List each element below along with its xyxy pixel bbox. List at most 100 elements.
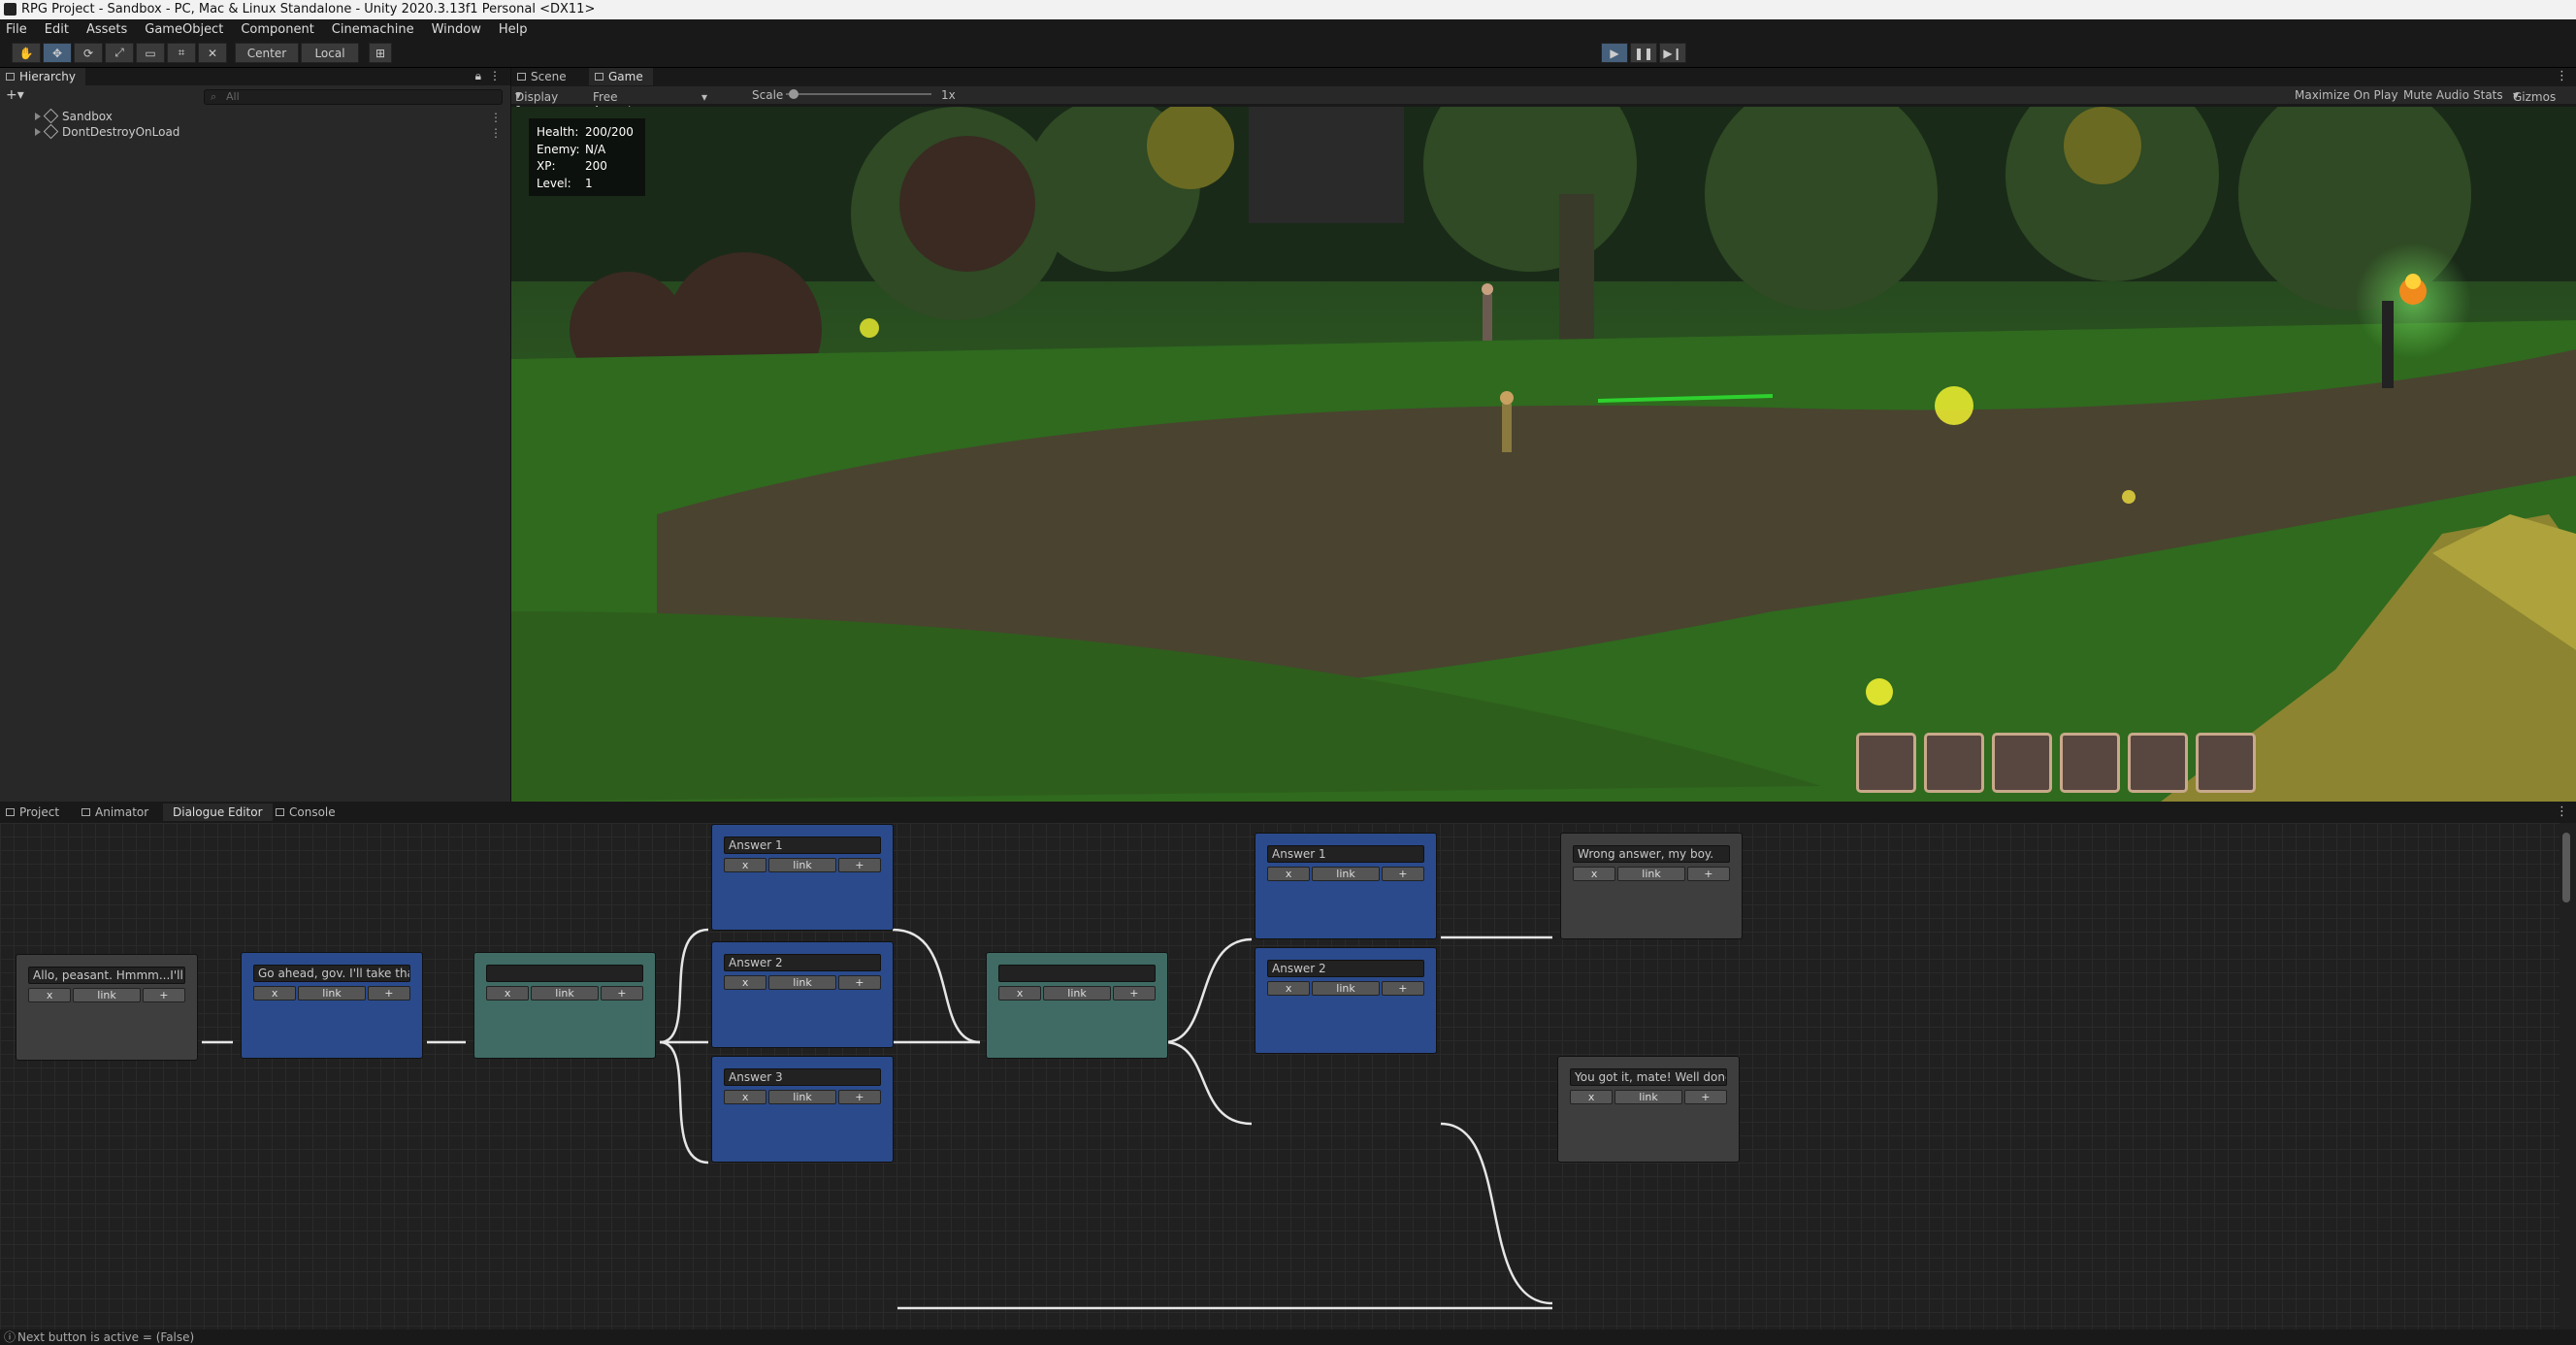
node-add-button[interactable]: + — [142, 988, 185, 1002]
node-link-button[interactable]: link — [298, 986, 366, 1001]
node-link-button[interactable]: link — [1312, 981, 1380, 996]
node-text-field[interactable]: Answer 1 — [724, 837, 881, 854]
dialogue-node[interactable]: You got it, mate! Well done x link + — [1557, 1056, 1740, 1163]
dialogue-node[interactable]: Answer 3 x link + — [711, 1056, 894, 1163]
mute-audio-toggle[interactable]: Mute Audio — [2403, 88, 2469, 102]
tab-animator[interactable]: Animator — [76, 804, 158, 821]
hierarchy-search-input[interactable]: ⌕ All — [204, 89, 503, 105]
node-add-button[interactable]: + — [1683, 1090, 1727, 1104]
play-button[interactable]: ▶ — [1601, 43, 1628, 63]
node-text-field[interactable]: Go ahead, gov. I'll take that — [253, 965, 410, 982]
menu-window[interactable]: Window — [432, 22, 481, 37]
kebab-menu-icon[interactable]: ⋮ — [490, 110, 502, 125]
node-delete-button[interactable]: x — [724, 858, 767, 872]
dialogue-node[interactable]: Wrong answer, my boy. x link + — [1560, 833, 1743, 939]
dialogue-node[interactable]: Answer 2 x link + — [1255, 947, 1437, 1054]
menu-gameobject[interactable]: GameObject — [145, 22, 223, 37]
node-add-button[interactable]: + — [837, 858, 881, 872]
menu-cinemachine[interactable]: Cinemachine — [332, 22, 414, 37]
node-add-button[interactable]: + — [837, 975, 881, 990]
node-delete-button[interactable]: x — [724, 1090, 767, 1104]
menu-help[interactable]: Help — [499, 22, 528, 37]
rotate-tool-icon[interactable]: ⟳ — [74, 43, 103, 63]
node-text-field[interactable] — [998, 965, 1156, 982]
dialogue-node[interactable]: x link + — [986, 952, 1168, 1059]
menu-file[interactable]: File — [6, 22, 27, 37]
display-dropdown[interactable]: Display 1 ▾ — [515, 88, 558, 117]
node-delete-button[interactable]: x — [253, 986, 297, 1001]
rect-tool-icon[interactable]: ▭ — [136, 43, 165, 63]
node-link-button[interactable]: link — [768, 1090, 836, 1104]
node-add-button[interactable]: + — [1686, 867, 1730, 881]
step-button[interactable]: ▶❙ — [1659, 43, 1686, 63]
pivot-center-button[interactable]: Center — [235, 43, 299, 63]
stats-toggle[interactable]: Stats — [2473, 88, 2503, 102]
action-slot[interactable] — [1992, 733, 2052, 793]
menu-component[interactable]: Component — [241, 22, 313, 37]
node-text-field[interactable]: Answer 1 — [1267, 845, 1424, 863]
node-delete-button[interactable]: x — [1573, 867, 1616, 881]
custom-tool-icon[interactable]: ✕ — [198, 43, 227, 63]
node-link-button[interactable]: link — [1617, 867, 1685, 881]
expand-arrow-icon[interactable] — [35, 113, 41, 120]
vertical-scrollbar[interactable] — [2562, 833, 2570, 902]
node-link-button[interactable]: link — [73, 988, 141, 1002]
node-text-field[interactable]: You got it, mate! Well done — [1570, 1068, 1727, 1086]
node-text-field[interactable]: Answer 2 — [724, 954, 881, 971]
dialogue-node[interactable]: Allo, peasant. Hmmm...I'll le x link + — [16, 954, 198, 1061]
node-text-field[interactable]: Answer 3 — [724, 1068, 881, 1086]
hierarchy-item-sandbox[interactable]: Sandbox ⋮ — [0, 108, 511, 125]
node-delete-button[interactable]: x — [1267, 981, 1311, 996]
grid-snap-icon[interactable]: ⊞ — [369, 43, 392, 63]
kebab-menu-icon[interactable]: ⋮ — [489, 69, 501, 82]
node-delete-button[interactable]: x — [998, 986, 1042, 1001]
dialogue-graph-canvas[interactable]: Allo, peasant. Hmmm...I'll le x link + Go ah… — [0, 823, 2560, 1329]
node-text-field[interactable] — [486, 965, 643, 982]
hierarchy-item-dontdestroyonload[interactable]: DontDestroyOnLoad ⋮ — [0, 123, 511, 141]
node-add-button[interactable]: + — [1381, 867, 1424, 881]
node-link-button[interactable]: link — [1312, 867, 1380, 881]
tab-console[interactable]: Console — [270, 804, 345, 821]
gizmos-dropdown[interactable]: Gizmos ▾ — [2513, 88, 2556, 104]
dialogue-node[interactable]: Answer 1 x link + — [711, 824, 894, 931]
transform-tool-icon[interactable]: ⌗ — [167, 43, 196, 63]
node-add-button[interactable]: + — [600, 986, 643, 1001]
node-add-button[interactable]: + — [837, 1090, 881, 1104]
action-slot[interactable] — [2128, 733, 2188, 793]
action-slot[interactable] — [2060, 733, 2120, 793]
node-text-field[interactable]: Wrong answer, my boy. — [1573, 845, 1730, 863]
move-tool-icon[interactable]: ✥ — [43, 43, 72, 63]
maximize-on-play-toggle[interactable]: Maximize On Play — [2295, 88, 2398, 102]
add-icon[interactable]: +▾ — [6, 87, 24, 103]
node-link-button[interactable]: link — [1614, 1090, 1682, 1104]
node-link-button[interactable]: link — [531, 986, 599, 1001]
node-link-button[interactable]: link — [1043, 986, 1111, 1001]
scale-slider-track[interactable] — [786, 93, 931, 95]
menu-edit[interactable]: Edit — [45, 22, 69, 37]
tab-hierarchy[interactable]: Hierarchy — [0, 68, 86, 85]
node-delete-button[interactable]: x — [1267, 867, 1311, 881]
menu-assets[interactable]: Assets — [86, 22, 127, 37]
dialogue-node[interactable]: Answer 1 x link + — [1255, 833, 1437, 939]
kebab-menu-icon[interactable]: ⋮ — [2556, 69, 2568, 83]
node-text-field[interactable]: Allo, peasant. Hmmm...I'll le — [28, 967, 185, 984]
dialogue-node[interactable]: Go ahead, gov. I'll take that x link + — [241, 952, 423, 1059]
pause-button[interactable]: ❚❚ — [1630, 43, 1657, 63]
dialogue-node[interactable]: x link + — [473, 952, 656, 1059]
node-delete-button[interactable]: x — [28, 988, 72, 1002]
tab-project[interactable]: Project — [0, 804, 69, 821]
action-slot[interactable] — [1924, 733, 1984, 793]
node-link-button[interactable]: link — [768, 975, 836, 990]
lock-icon[interactable]: 🔒︎ — [475, 69, 481, 83]
scale-slider-handle[interactable] — [789, 89, 799, 99]
action-slot[interactable] — [2196, 733, 2256, 793]
node-add-button[interactable]: + — [1112, 986, 1156, 1001]
node-text-field[interactable]: Answer 2 — [1267, 960, 1424, 977]
expand-arrow-icon[interactable] — [35, 128, 41, 136]
hand-tool-icon[interactable]: ✋ — [12, 43, 41, 63]
kebab-menu-icon[interactable]: ⋮ — [490, 125, 502, 141]
node-add-button[interactable]: + — [1381, 981, 1424, 996]
node-link-button[interactable]: link — [768, 858, 836, 872]
scale-tool-icon[interactable]: ⤢ — [105, 43, 134, 63]
tab-dialogue-editor[interactable]: Dialogue Editor — [163, 804, 273, 821]
